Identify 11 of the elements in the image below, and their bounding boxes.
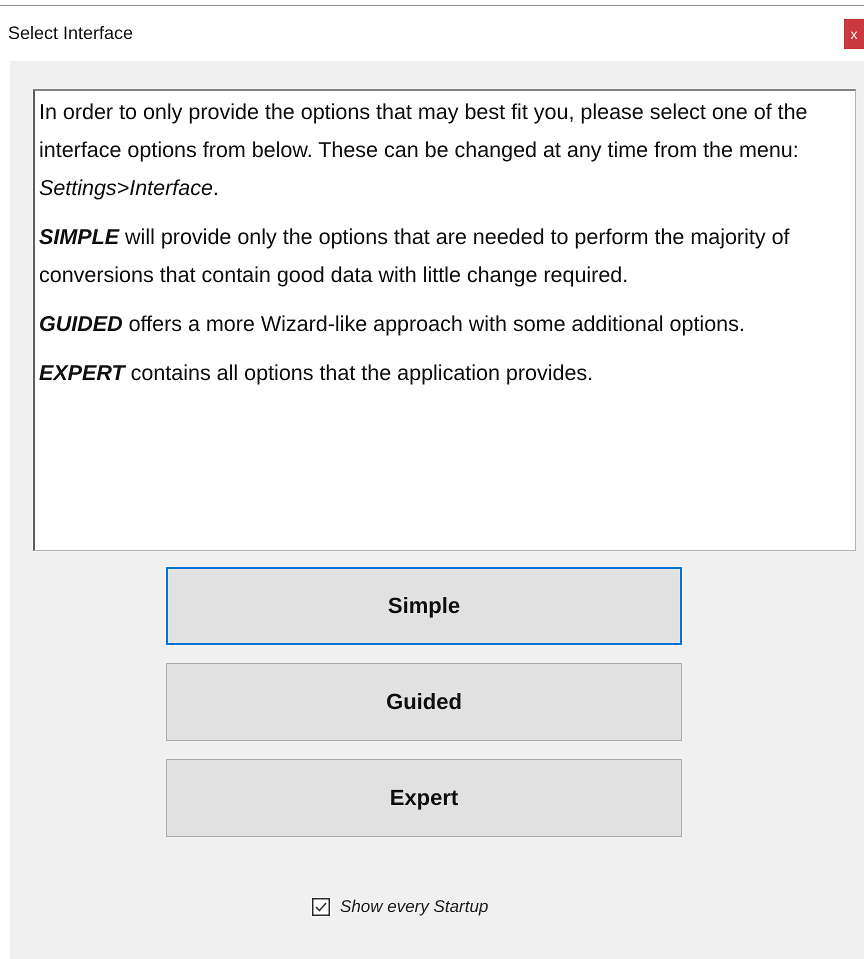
option-description: SIMPLE will provide only the options that are needed to perform the majority of conversions that contain good data with little change required. [39,224,790,289]
interface-button[interactable]: Expert [166,759,682,837]
intro-paragraph: In order to only provide the options that may best fit you, please select one of the interface options from below. These can be changed at any time from the menu: Settings>Interface. [39,99,808,202]
interface-button[interactable]: Simple [166,567,682,645]
option-description: GUIDED offers a more Wizard-like approach with some additional options. [39,311,746,338]
interface-button[interactable]: Guided [166,663,682,741]
option-description: EXPERT contains all options that the application provides. [39,360,594,387]
checkbox[interactable] [312,898,330,916]
window-title: Select Interface [7,23,134,44]
close-button[interactable]: x [844,18,864,48]
checkbox-label[interactable]: Show every Startup [340,897,488,917]
